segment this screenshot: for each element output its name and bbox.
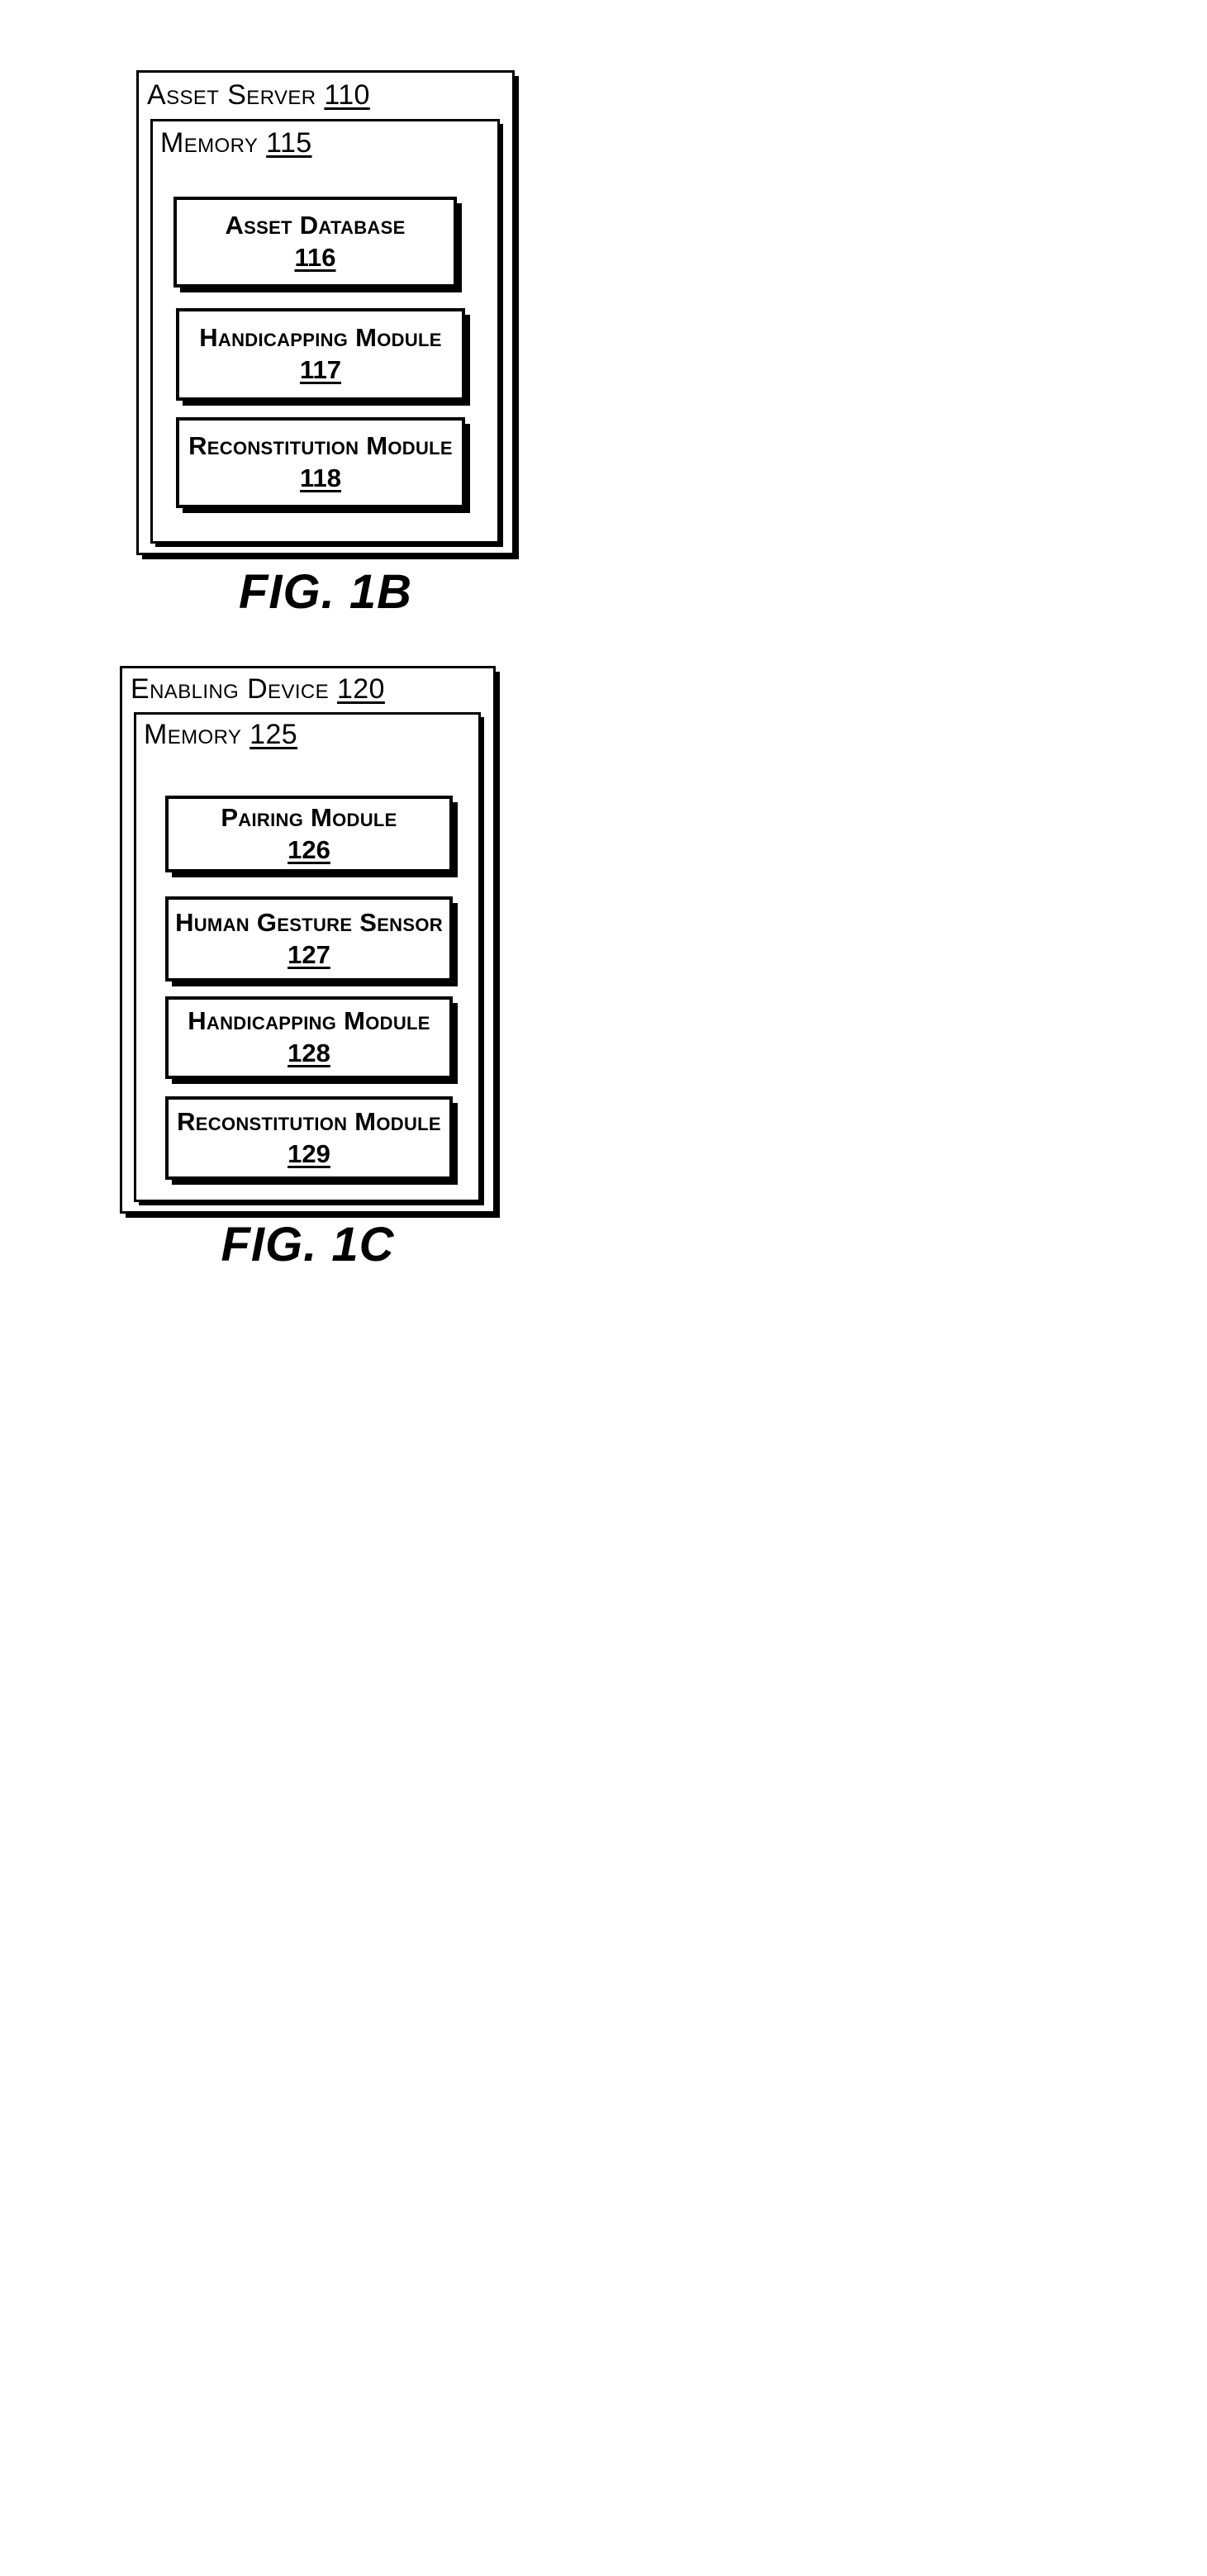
figure-1c: Enabling Device 120 Memory 125 Pairing M… (0, 0, 1207, 2576)
module-pairing-126: Pairing Module 126 (165, 796, 453, 872)
module-pairing-126-title: Pairing Module (221, 802, 397, 832)
module-human-gesture-sensor-127-ref: 127 (287, 939, 330, 969)
module-handicapping-128-ref: 128 (287, 1038, 330, 1067)
module-reconstitution-129: Reconstitution Module 129 (165, 1096, 453, 1180)
memory-125-label: Memory 125 (144, 720, 297, 749)
module-human-gesture-sensor-127-title: Human Gesture Sensor (175, 907, 443, 937)
module-reconstitution-129-title: Reconstitution Module (177, 1106, 441, 1136)
memory-125-title: Memory (144, 719, 242, 750)
enabling-device-title: Enabling Device (131, 673, 330, 705)
module-pairing-126-ref: 126 (287, 834, 330, 864)
module-human-gesture-sensor-127: Human Gesture Sensor 127 (165, 896, 453, 981)
figure-1c-caption: FIG. 1C (221, 1218, 395, 1271)
enabling-device-ref: 120 (336, 673, 385, 705)
memory-125-ref: 125 (249, 719, 298, 750)
module-reconstitution-129-ref: 129 (287, 1138, 330, 1168)
module-handicapping-128-title: Handicapping Module (188, 1006, 430, 1036)
enabling-device-label: Enabling Device 120 (131, 675, 385, 703)
module-handicapping-128: Handicapping Module 128 (165, 996, 453, 1079)
